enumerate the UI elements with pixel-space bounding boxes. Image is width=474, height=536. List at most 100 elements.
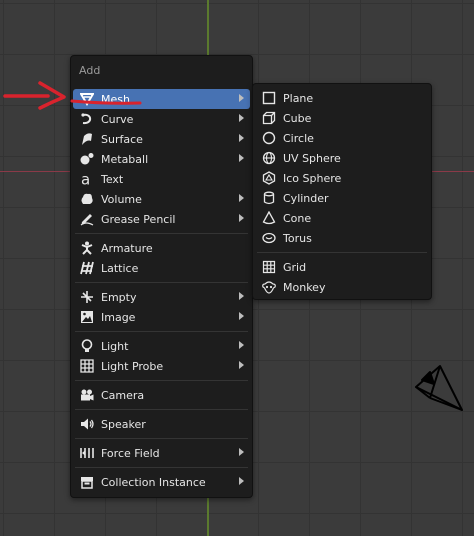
submenu-arrow-icon <box>239 312 244 320</box>
menu-separator <box>75 233 248 234</box>
menu-item-label: Armature <box>101 241 153 255</box>
submenu-arrow-icon <box>239 154 244 162</box>
add-menu: Add Mesh Curve Surface Metaball a Text V… <box>70 55 253 498</box>
submenu-arrow-icon <box>239 134 244 142</box>
submenu-item-cube[interactable]: Cube <box>255 108 429 128</box>
submenu-item-cone[interactable]: Cone <box>255 208 429 228</box>
menu-item-label: Image <box>101 310 136 324</box>
metaball-icon <box>79 151 95 167</box>
menu-item-label: Empty <box>101 290 137 304</box>
menu-item-label: Lattice <box>101 261 139 275</box>
menu-item-grease-pencil[interactable]: Grease Pencil <box>73 209 250 229</box>
menu-item-label: Speaker <box>101 417 146 431</box>
submenu-item-label: Monkey <box>283 280 326 294</box>
image-icon <box>79 309 95 325</box>
submenu-item-plane[interactable]: Plane <box>255 88 429 108</box>
menu-item-label: Light <box>101 339 129 353</box>
submenu-item-grid[interactable]: Grid <box>255 257 429 277</box>
menu-item-label: Text <box>101 172 124 186</box>
submenu-item-torus[interactable]: Torus <box>255 228 429 248</box>
speaker-icon <box>79 416 95 432</box>
menu-separator <box>75 409 248 410</box>
mesh-submenu: Plane Cube Circle UV Sphere Ico Sphere C… <box>252 83 432 300</box>
menu-item-label: Force Field <box>101 446 160 460</box>
camera-icon <box>79 387 95 403</box>
grid-icon <box>261 259 277 275</box>
menu-item-empty[interactable]: Empty <box>73 287 250 307</box>
light-icon <box>79 338 95 354</box>
submenu-item-monkey[interactable]: Monkey <box>255 277 429 297</box>
menu-item-force-field[interactable]: Force Field <box>73 443 250 463</box>
submenu-item-uv-sphere[interactable]: UV Sphere <box>255 148 429 168</box>
menu-item-camera[interactable]: Camera <box>73 385 250 405</box>
text-icon: a <box>79 171 95 187</box>
submenu-arrow-icon <box>239 361 244 369</box>
menu-separator <box>75 467 248 468</box>
svg-text:a: a <box>81 172 90 186</box>
menu-item-speaker[interactable]: Speaker <box>73 414 250 434</box>
menu-item-label: Curve <box>101 112 134 126</box>
menu-item-volume[interactable]: Volume <box>73 189 250 209</box>
menu-item-label: Collection Instance <box>101 475 206 489</box>
camera-object-icon[interactable] <box>412 362 474 416</box>
submenu-arrow-icon <box>239 448 244 456</box>
submenu-item-label: Cone <box>283 211 312 225</box>
cone-icon <box>261 210 277 226</box>
menu-item-metaball[interactable]: Metaball <box>73 149 250 169</box>
menu-item-label: Metaball <box>101 152 149 166</box>
menu-separator <box>75 331 248 332</box>
cube-icon <box>261 110 277 126</box>
submenu-item-label: Torus <box>283 231 312 245</box>
menu-item-label: Camera <box>101 388 145 402</box>
volume-icon <box>79 191 95 207</box>
surface-icon <box>79 131 95 147</box>
submenu-item-cylinder[interactable]: Cylinder <box>255 188 429 208</box>
lattice-icon <box>79 260 95 276</box>
submenu-arrow-icon <box>239 341 244 349</box>
menu-item-surface[interactable]: Surface <box>73 129 250 149</box>
menu-item-label: Light Probe <box>101 359 164 373</box>
torus-icon <box>261 230 277 246</box>
submenu-arrow-icon <box>239 114 244 122</box>
submenu-item-label: Grid <box>283 260 307 274</box>
menu-separator <box>75 380 248 381</box>
submenu-item-circle[interactable]: Circle <box>255 128 429 148</box>
menu-item-label: Volume <box>101 192 142 206</box>
menu-item-light-probe[interactable]: Light Probe <box>73 356 250 376</box>
collection-instance-icon <box>79 474 95 490</box>
force-field-icon <box>79 445 95 461</box>
submenu-item-label: Cube <box>283 111 312 125</box>
menu-separator <box>75 438 248 439</box>
menu-title: Add <box>79 64 101 77</box>
submenu-arrow-icon <box>239 214 244 222</box>
menu-item-text[interactable]: a Text <box>73 169 250 189</box>
menu-separator <box>257 252 427 253</box>
circle-icon <box>261 130 277 146</box>
menu-item-label: Grease Pencil <box>101 212 176 226</box>
grease-pencil-icon <box>79 211 95 227</box>
light-probe-icon <box>79 358 95 374</box>
submenu-arrow-icon <box>239 94 244 102</box>
cylinder-icon <box>261 190 277 206</box>
menu-item-lattice[interactable]: Lattice <box>73 258 250 278</box>
menu-item-curve[interactable]: Curve <box>73 109 250 129</box>
submenu-arrow-icon <box>239 194 244 202</box>
menu-separator <box>75 282 248 283</box>
plane-icon <box>261 90 277 106</box>
menu-item-label: Surface <box>101 132 143 146</box>
menu-item-light[interactable]: Light <box>73 336 250 356</box>
mesh-icon <box>79 91 95 107</box>
submenu-item-label: Circle <box>283 131 314 145</box>
ico-sphere-icon <box>261 170 277 186</box>
menu-item-mesh[interactable]: Mesh <box>73 89 250 109</box>
monkey-icon <box>261 279 277 295</box>
submenu-arrow-icon <box>239 292 244 300</box>
submenu-item-label: Cylinder <box>283 191 329 205</box>
menu-item-image[interactable]: Image <box>73 307 250 327</box>
armature-icon <box>79 240 95 256</box>
submenu-arrow-icon <box>239 477 244 485</box>
menu-item-collection-instance[interactable]: Collection Instance <box>73 472 250 492</box>
menu-item-armature[interactable]: Armature <box>73 238 250 258</box>
submenu-item-ico-sphere[interactable]: Ico Sphere <box>255 168 429 188</box>
submenu-item-label: Ico Sphere <box>283 171 342 185</box>
